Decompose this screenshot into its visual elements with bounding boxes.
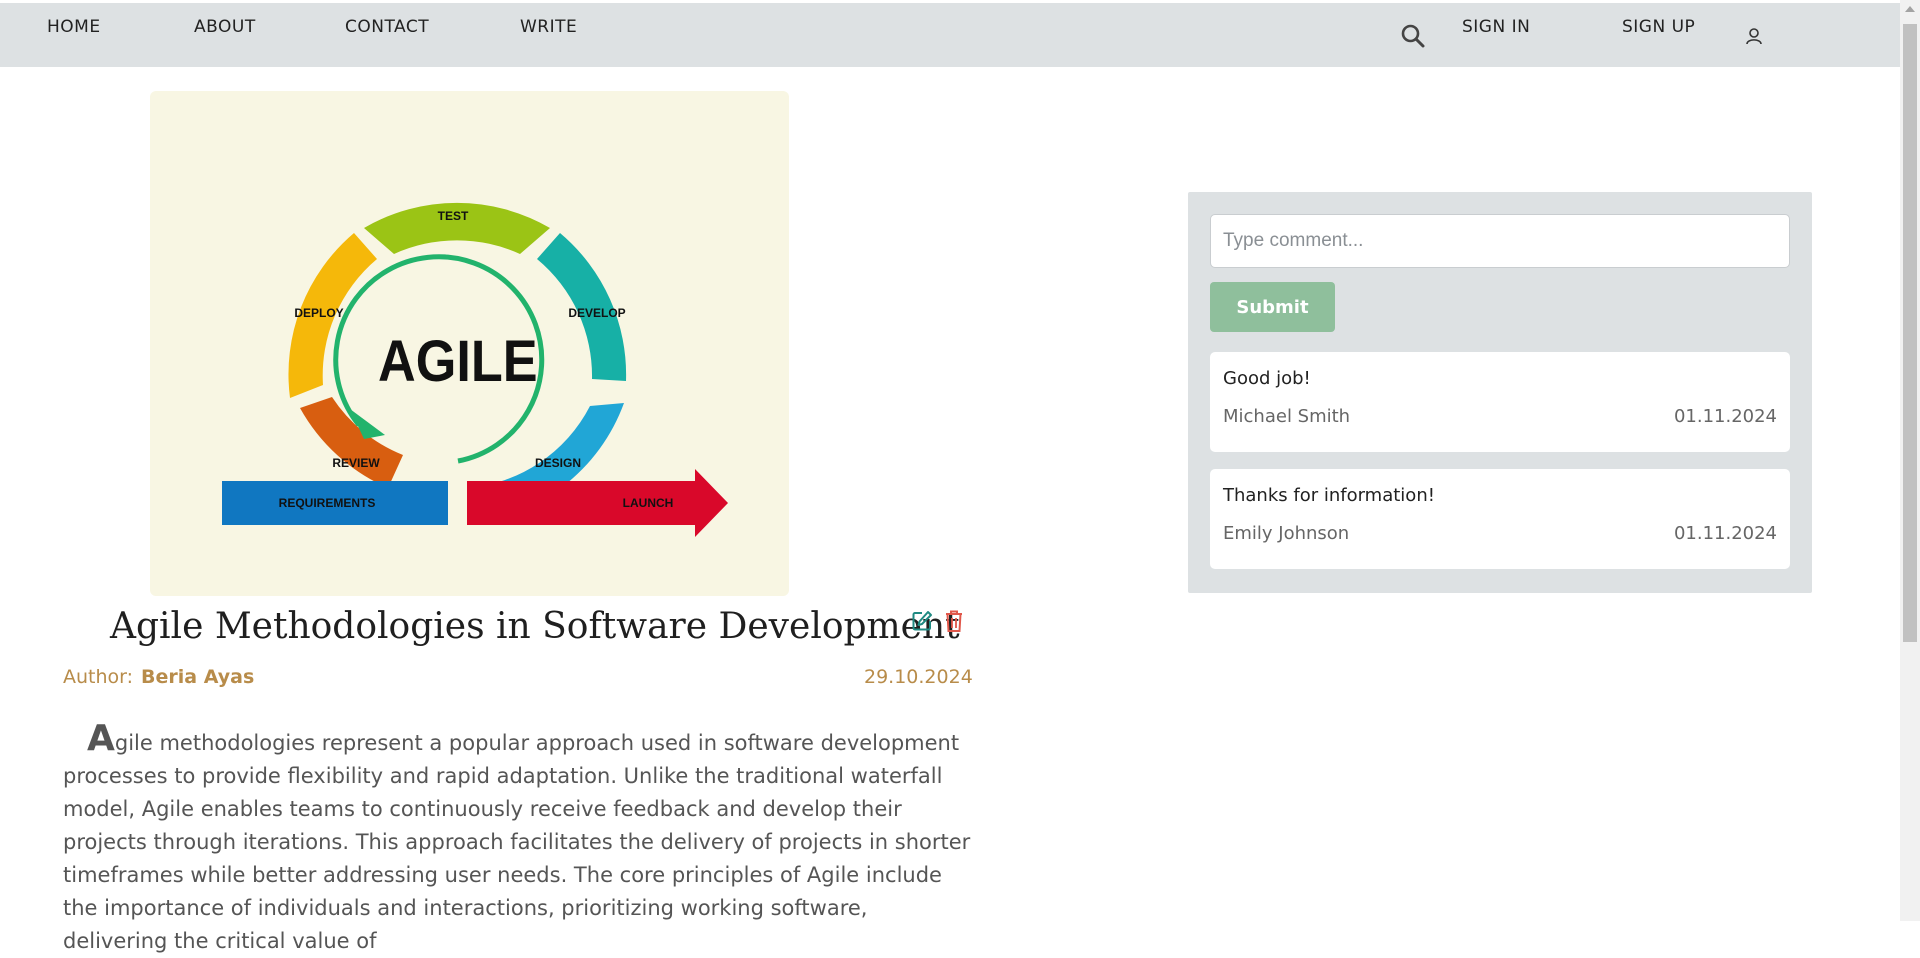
sign-up-link[interactable]: SIGN UP	[1622, 17, 1695, 37]
launch-label: LAUNCH	[623, 496, 674, 510]
agile-cycle-illustration: AGILE TEST DEVELOP DESIGN REVIEW DEPLOY …	[222, 202, 728, 537]
nav-home-link[interactable]: HOME	[47, 17, 101, 37]
post-date: 29.10.2024	[864, 666, 973, 688]
post-author: Author: Beria Ayas	[63, 666, 254, 688]
design-label: DESIGN	[535, 456, 581, 470]
review-label: REVIEW	[332, 456, 380, 470]
author-label: Author:	[63, 666, 134, 688]
post-body-text: gile methodologies represent a popular a…	[63, 731, 971, 953]
top-nav-bar: HOME ABOUT CONTACT WRITE SIGN IN SIGN UP	[0, 3, 1900, 67]
sign-in-link[interactable]: SIGN IN	[1462, 17, 1530, 37]
nav-write-link[interactable]: WRITE	[520, 17, 577, 37]
comment-card: Good job! Michael Smith 01.11.2024	[1210, 352, 1790, 452]
author-name[interactable]: Beria Ayas	[141, 666, 254, 688]
test-label: TEST	[438, 209, 469, 223]
comment-input[interactable]	[1210, 214, 1790, 268]
page-scrollbar[interactable]	[1900, 0, 1920, 921]
deploy-label: DEPLOY	[294, 306, 343, 320]
comment-date: 01.11.2024	[1673, 406, 1777, 427]
nav-contact-link[interactable]: CONTACT	[345, 17, 429, 37]
comment-author: Emily Johnson	[1223, 523, 1350, 544]
post-title: Agile Methodologies in Software Developm…	[110, 606, 960, 647]
develop-label: DEVELOP	[568, 306, 625, 320]
search-icon[interactable]	[1400, 23, 1426, 53]
requirements-label: REQUIREMENTS	[279, 496, 376, 510]
comments-panel: Submit Good job! Michael Smith 01.11.202…	[1188, 192, 1812, 593]
comment-text: Good job!	[1223, 368, 1311, 389]
post-cover-image: AGILE TEST DEVELOP DESIGN REVIEW DEPLOY …	[150, 91, 789, 596]
submit-button[interactable]: Submit	[1210, 282, 1335, 332]
comment-text: Thanks for information!	[1223, 485, 1435, 506]
scroll-up-arrow-icon[interactable]	[1905, 6, 1915, 12]
comment-author: Michael Smith	[1223, 406, 1351, 427]
trash-icon[interactable]	[944, 609, 964, 637]
edit-icon[interactable]	[911, 610, 933, 636]
agile-center-label: AGILE	[378, 328, 537, 393]
post-body: Agile methodologies represent a popular …	[63, 721, 973, 958]
post-dropcap: A	[87, 718, 115, 759]
scrollbar-thumb[interactable]	[1903, 24, 1917, 642]
user-icon[interactable]	[1745, 27, 1763, 49]
launch-arrow	[467, 469, 728, 537]
comment-date: 01.11.2024	[1673, 523, 1777, 544]
comment-card: Thanks for information! Emily Johnson 01…	[1210, 469, 1790, 569]
nav-about-link[interactable]: ABOUT	[194, 17, 256, 37]
